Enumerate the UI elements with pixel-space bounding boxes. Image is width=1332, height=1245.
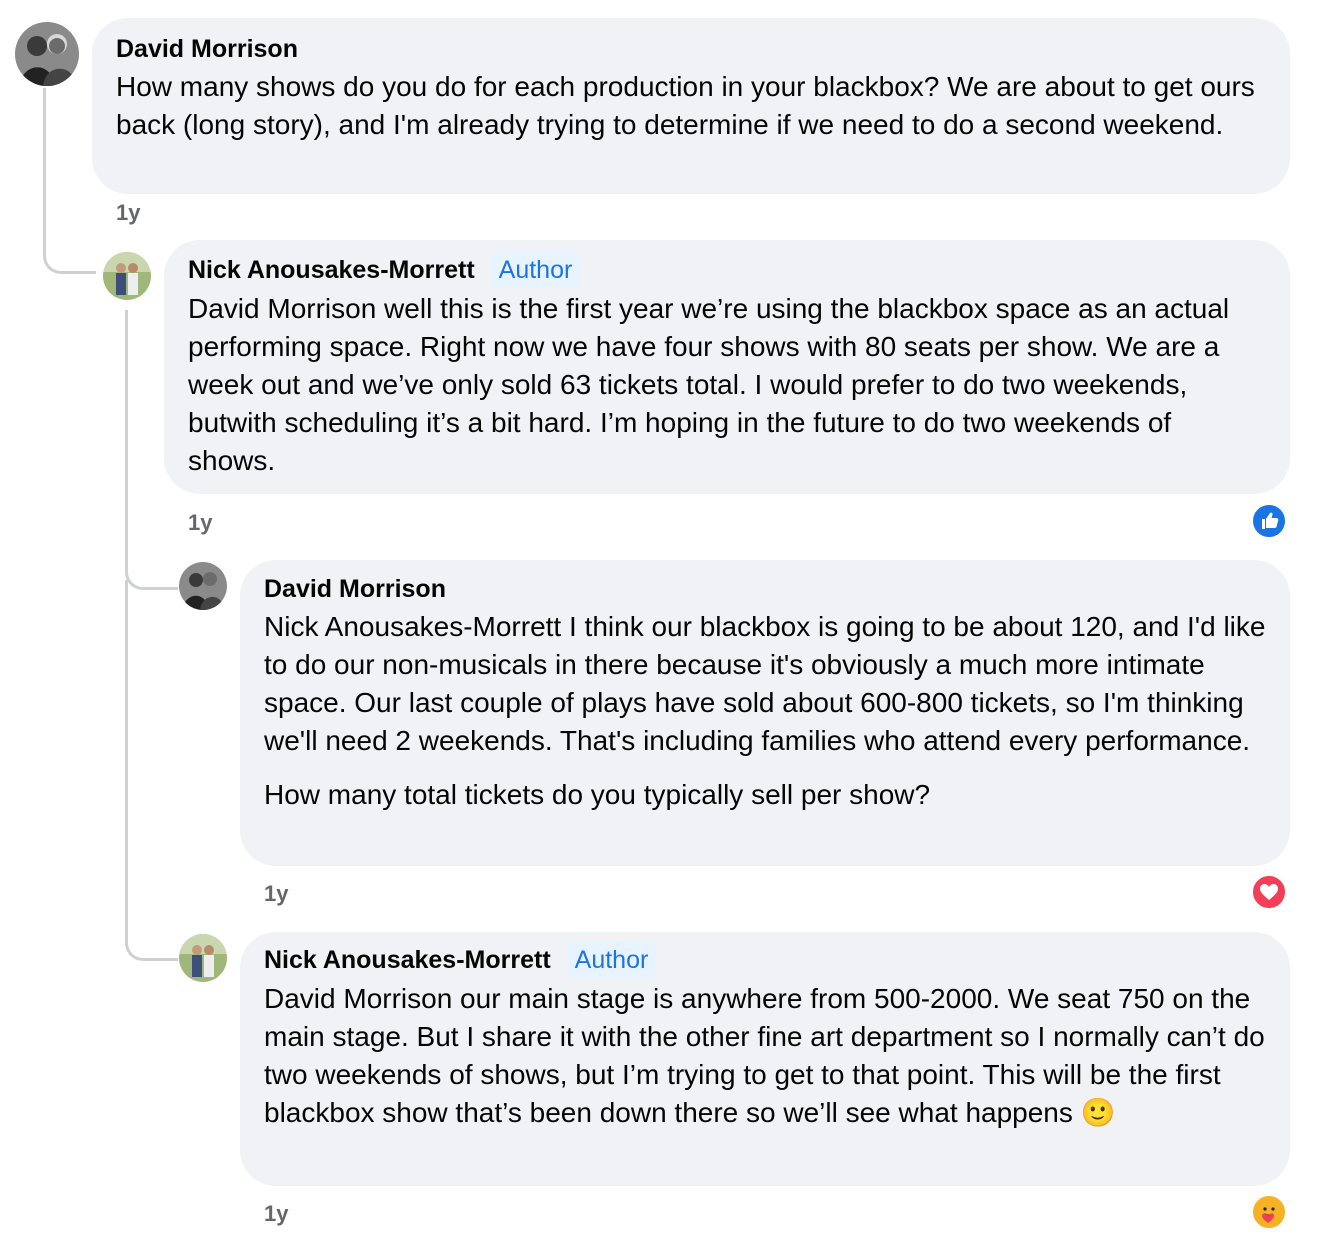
comment-author[interactable]: Nick Anousakes-Morrett bbox=[188, 255, 475, 285]
comment-author[interactable]: Nick Anousakes-Morrett bbox=[264, 945, 551, 975]
comment-author[interactable]: David Morrison bbox=[116, 34, 1266, 64]
author-badge: Author bbox=[566, 942, 657, 978]
avatar-nick-anousakes-morrett[interactable] bbox=[103, 252, 151, 300]
comment-author[interactable]: David Morrison bbox=[264, 574, 1266, 604]
avatar-david-morrison[interactable] bbox=[15, 22, 79, 86]
avatar-nick-anousakes-morrett[interactable] bbox=[179, 934, 227, 982]
smile-emoji-icon: 🙂 bbox=[1080, 1097, 1116, 1128]
comment-time[interactable]: 1y bbox=[264, 881, 288, 907]
comment-text: How many shows do you do for each produc… bbox=[116, 71, 1255, 140]
comment-text: David Morrison our main stage is anywher… bbox=[264, 980, 1266, 1132]
avatar-photo-icon bbox=[103, 252, 151, 300]
comment-bubble-1: David Morrison How many shows do you do … bbox=[92, 18, 1290, 194]
avatar-photo-icon bbox=[179, 934, 227, 982]
comment-bubble-3: David Morrison Nick Anousakes-Morrett I … bbox=[240, 560, 1290, 866]
thread-line-3 bbox=[125, 580, 178, 961]
like-icon[interactable] bbox=[1251, 503, 1287, 539]
avatar-david-morrison[interactable] bbox=[179, 562, 227, 610]
avatar-photo-icon bbox=[15, 22, 79, 86]
love-icon[interactable] bbox=[1251, 874, 1287, 910]
comment-time[interactable]: 1y bbox=[188, 510, 212, 536]
comment-time[interactable]: 1y bbox=[264, 1201, 288, 1227]
care-icon[interactable] bbox=[1251, 1194, 1287, 1230]
author-badge: Author bbox=[490, 252, 581, 288]
comment-bubble-4: Nick Anousakes-Morrett Author David Morr… bbox=[240, 932, 1290, 1186]
comment-bubble-2: Nick Anousakes-Morrett Author David Morr… bbox=[164, 240, 1290, 494]
comment-text: Nick Anousakes-Morrett I think our black… bbox=[264, 611, 1266, 756]
avatar-photo-icon bbox=[179, 562, 227, 610]
comment-text: David Morrison well this is the first ye… bbox=[188, 293, 1230, 476]
comment-text-2: How many total tickets do you typically … bbox=[264, 779, 931, 810]
comment-time[interactable]: 1y bbox=[116, 200, 140, 226]
thread-line-1 bbox=[43, 88, 96, 274]
